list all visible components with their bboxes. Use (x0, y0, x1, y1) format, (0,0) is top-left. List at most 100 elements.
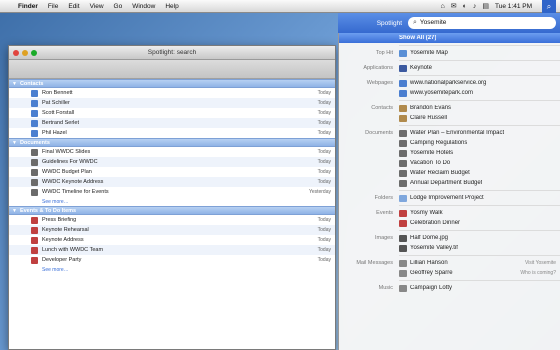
spotlight-result-item[interactable]: Camping Regulations (339, 138, 560, 148)
spotlight-result-item[interactable]: www.yosemitepark.com (339, 88, 560, 98)
item-name: Final WWDC Slides (42, 149, 91, 155)
spotlight-result-item[interactable]: Documents Water Plan – Environmental Impa… (339, 128, 560, 138)
spotlight-result-item[interactable]: Contacts Brandon Evans (339, 103, 560, 113)
menu-edit[interactable]: Edit (68, 3, 79, 10)
result-icon (399, 194, 407, 202)
spotlight-result-item[interactable]: Music Campaign Lotty (339, 283, 560, 293)
spotlight-result-item[interactable]: Images Half Dome.jpg (339, 233, 560, 243)
item-date: Today (317, 149, 331, 155)
item-date: Today (317, 100, 331, 106)
result-label: www.nationalparkservice.org (410, 80, 487, 86)
item-icon (31, 226, 38, 234)
category-label: Top Hit (375, 50, 393, 56)
result-label: Claire Russell (410, 115, 448, 121)
spotlight-result-item[interactable]: Top Hit Yosemite Map (339, 48, 560, 58)
table-row[interactable]: WWDC Keynote Address Today (9, 177, 335, 187)
table-row[interactable]: Guidelines For WWDC Today (9, 157, 335, 167)
menu-separator (399, 230, 560, 231)
menu-window[interactable]: Window (132, 3, 155, 10)
result-label: Annual Department Budget (410, 180, 483, 186)
spotlight-icon[interactable]: ⌕ (542, 0, 556, 13)
item-date: Yesterday (308, 189, 331, 195)
table-row[interactable]: Ron Bennett Today (9, 88, 335, 98)
table-row[interactable]: Phil Hazel Today (9, 128, 335, 138)
item-name: Lunch with WWDC Team (42, 247, 104, 253)
item-date: Today (317, 90, 331, 96)
show-all-item[interactable]: Show All (27) (339, 33, 560, 43)
spotlight-result-item[interactable]: Claire Russell (339, 113, 560, 123)
result-icon (399, 209, 407, 217)
disclosure-triangle-icon[interactable]: ▼ (12, 208, 17, 214)
table-row[interactable]: Bertrand Serlet Today (9, 118, 335, 128)
table-row[interactable]: Keynote Rehearsal Today (9, 225, 335, 235)
search-query: Yosemite (419, 19, 447, 26)
spotlight-result-item[interactable]: Water Reclaim Budget (339, 168, 560, 178)
menu-finder[interactable]: Finder (18, 3, 38, 10)
result-icon (399, 219, 407, 227)
category-label: Contacts (371, 105, 393, 111)
spotlight-result-item[interactable]: Geoffrey Sparre Who is coming? (339, 268, 560, 278)
spotlight-search-input[interactable]: ⌕ Yosemite (408, 17, 556, 29)
menu-view[interactable]: View (90, 3, 104, 10)
volume-icon[interactable]: ♪ (473, 3, 477, 10)
group-header[interactable]: ▼ Events & To Do Items (9, 206, 335, 215)
results-list: ▼ Contacts Ron Bennett Today Pat Schiller Tod… (9, 79, 335, 274)
item-date: Today (317, 247, 331, 253)
menu-file[interactable]: File (48, 3, 58, 10)
menu-clock[interactable]: Tue 1:41 PM (495, 3, 532, 10)
spotlight-result-item[interactable]: Vacation To Do (339, 158, 560, 168)
result-meta: Who is coming? (520, 270, 556, 276)
table-row[interactable]: Press Briefing Today (9, 215, 335, 225)
menu-help[interactable]: Help (165, 3, 178, 10)
mail-icon[interactable]: ✉ (451, 2, 457, 10)
spotlight-result-item[interactable]: Yosemite Hotels (339, 148, 560, 158)
item-date: Today (317, 237, 331, 243)
spotlight-result-item[interactable]: Folders Lodge Improvement Project (339, 193, 560, 203)
spotlight-result-item[interactable]: Yosemite Valley.tif (339, 243, 560, 253)
spotlight-label: Spotlight (376, 19, 402, 27)
disclosure-triangle-icon[interactable]: ▼ (12, 140, 17, 146)
menu-go[interactable]: Go (114, 3, 123, 10)
apple-menu-icon[interactable] (4, 1, 13, 11)
result-label: Yosemite Hotels (410, 150, 454, 156)
item-name: Bertrand Serlet (42, 120, 79, 126)
spotlight-result-item[interactable]: Events Yosmy Walk (339, 208, 560, 218)
spotlight-result-item[interactable]: Webpages www.nationalparkservice.org (339, 78, 560, 88)
group-name: Documents (19, 139, 50, 146)
spotlight-result-item[interactable]: Annual Department Budget (339, 178, 560, 188)
menu-separator (399, 125, 560, 126)
table-row[interactable]: Lunch with WWDC Team Today (9, 245, 335, 255)
table-row[interactable]: WWDC Budget Plan Today (9, 167, 335, 177)
result-label: Water Plan – Environmental Impact (410, 130, 505, 136)
item-name: WWDC Keynote Address (42, 179, 104, 185)
table-row[interactable]: Developer Party Today (9, 255, 335, 265)
result-label: Lodge Improvement Project (410, 195, 484, 201)
spotlight-result-item[interactable]: Applications Keynote (339, 63, 560, 73)
see-more-link[interactable]: See more… (9, 197, 335, 206)
menu-separator (399, 190, 560, 191)
group-header[interactable]: ▼ Contacts (9, 79, 335, 88)
disclosure-triangle-icon[interactable]: ▼ (12, 81, 17, 87)
spotlight-result-item[interactable]: Mail Messages Lillian Hanson Visit Yosemit… (339, 258, 560, 268)
table-row[interactable]: Scott Forstall Today (9, 108, 335, 118)
item-name: Keynote Address (42, 237, 84, 243)
table-row[interactable]: Final WWDC Slides Today (9, 147, 335, 157)
see-more-link[interactable]: See more… (9, 265, 335, 274)
table-row[interactable]: Keynote Address Today (9, 235, 335, 245)
result-icon (399, 149, 407, 157)
category-label: Images (374, 235, 393, 241)
home-icon[interactable]: ⌂ (441, 3, 445, 10)
table-row[interactable]: Pat Schiller Today (9, 98, 335, 108)
table-row[interactable]: WWDC Timeline for Events Yesterday (9, 187, 335, 197)
result-icon (399, 114, 407, 122)
wifi-icon[interactable]: ◐ (463, 3, 467, 10)
spotlight-result-item[interactable]: Celebration Dinner (339, 218, 560, 228)
result-label: Water Reclaim Budget (410, 170, 470, 176)
result-label: Lillian Hanson (410, 260, 448, 266)
group-header[interactable]: ▼ Documents (9, 138, 335, 147)
result-icon (399, 89, 407, 97)
item-icon (31, 236, 38, 244)
battery-icon[interactable]: ▤ (482, 2, 489, 10)
group-name: Events & To Do Items (19, 207, 77, 214)
menu-extras: ⌂ ✉ ◐ ♪ ▤ Tue 1:41 PM ⌕ (441, 0, 560, 13)
